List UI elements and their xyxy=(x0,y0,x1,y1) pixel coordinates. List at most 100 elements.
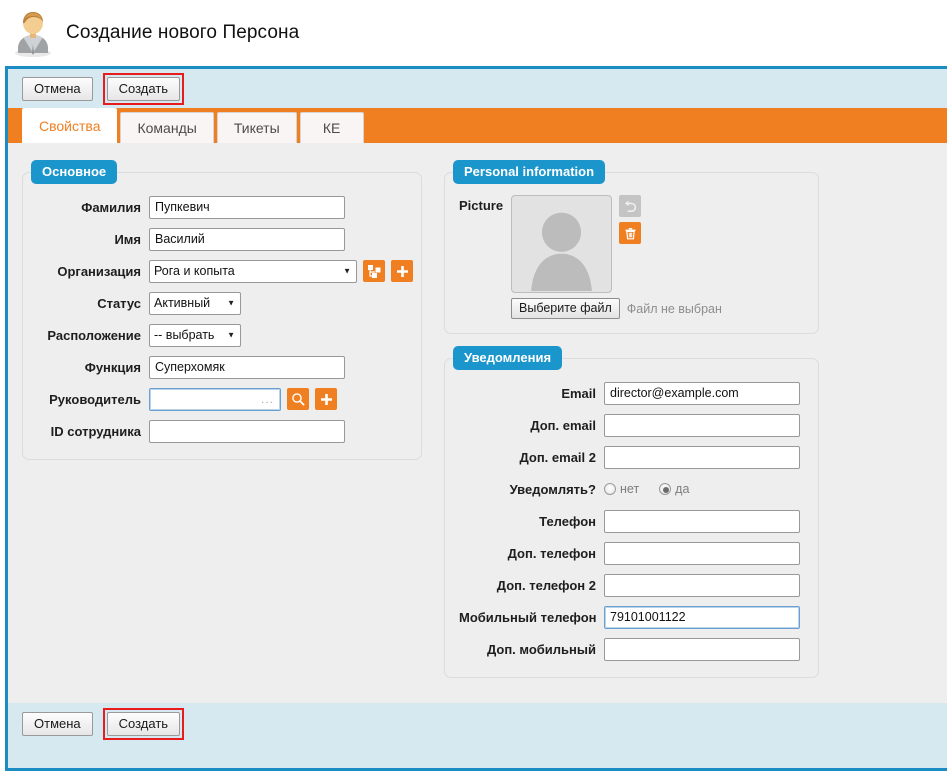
organization-select-wrap: Рога и копыта xyxy=(149,259,357,283)
field-row-status: Статус Активный xyxy=(37,291,407,315)
notify-option-yes-label: да xyxy=(675,482,690,496)
panel-notifications-legend: Уведомления xyxy=(453,346,563,370)
top-toolbar: Отмена Создать xyxy=(8,69,947,108)
create-button-highlight-top: Создать xyxy=(102,72,185,105)
file-upload-row: Выберите файл Файл не выбран xyxy=(511,298,804,319)
notify-option-no-label: нет xyxy=(620,482,640,496)
notify-option-yes[interactable]: да xyxy=(659,482,689,496)
field-row-organization: Организация Рога и копыта xyxy=(37,259,413,283)
email2-input[interactable] xyxy=(604,413,800,437)
status-select[interactable]: Активный xyxy=(149,291,241,315)
hierarchy-tree-icon xyxy=(367,264,380,278)
cancel-button-top[interactable]: Отмена xyxy=(22,76,93,101)
email3-input[interactable] xyxy=(604,445,800,469)
phone3-input[interactable] xyxy=(604,573,800,597)
trash-icon xyxy=(625,227,635,239)
radio-no-icon[interactable] xyxy=(604,483,616,495)
function-label: Функция xyxy=(84,359,141,375)
phone-label: Телефон xyxy=(539,513,596,529)
picture-label: Picture xyxy=(459,198,504,213)
status-label: Статус xyxy=(97,295,141,311)
picture-row: Picture xyxy=(459,195,804,293)
magnifier-icon xyxy=(292,393,305,406)
function-input[interactable] xyxy=(149,355,345,379)
panel-personal-information: Personal information Picture Выберите фа… xyxy=(444,160,819,334)
panel-main: Основное Фамилия Имя Организация Рога и … xyxy=(22,160,422,460)
employee-id-label: ID сотрудника xyxy=(50,423,141,439)
create-button-bottom[interactable]: Создать xyxy=(106,711,181,736)
lastname-label: Фамилия xyxy=(81,199,141,215)
cancel-button-bottom[interactable]: Отмена xyxy=(22,711,93,736)
panel-main-legend: Основное xyxy=(31,160,118,184)
lastname-input[interactable] xyxy=(149,195,345,219)
tab-ke[interactable]: КЕ xyxy=(299,112,364,143)
bottom-toolbar: Отмена Создать xyxy=(8,703,947,744)
undo-arrow-icon xyxy=(625,200,637,212)
radio-yes-icon[interactable] xyxy=(659,483,672,495)
email-input[interactable] xyxy=(604,381,800,405)
field-row-lastname: Фамилия xyxy=(37,195,407,219)
tab-tikety[interactable]: Тикеты xyxy=(216,112,297,143)
person-avatar-icon xyxy=(12,9,54,57)
field-row-mobile2: Доп. мобильный xyxy=(459,637,804,661)
field-row-phone: Телефон xyxy=(459,509,804,533)
field-row-employee-id: ID сотрудника xyxy=(37,419,407,443)
manager-label: Руководитель xyxy=(49,391,141,407)
notify-radio-group: нет да xyxy=(604,482,689,496)
field-row-notify: Уведомлять? нет да xyxy=(459,477,804,501)
employee-id-input[interactable] xyxy=(149,419,345,443)
field-row-manager: Руководитель ... xyxy=(37,387,407,411)
right-column: Personal information Picture Выберите фа… xyxy=(444,159,819,678)
manager-lookup: ... xyxy=(149,387,281,411)
notify-label: Уведомлять? xyxy=(509,481,596,497)
email2-label: Доп. email xyxy=(530,417,596,433)
manager-add-icon-button[interactable] xyxy=(315,388,337,410)
firstname-label: Имя xyxy=(114,231,141,247)
manager-input[interactable] xyxy=(149,387,281,411)
picture-delete-button[interactable] xyxy=(619,222,641,244)
phone2-input[interactable] xyxy=(604,541,800,565)
mobile2-input[interactable] xyxy=(604,637,800,661)
picture-action-buttons xyxy=(619,195,641,244)
location-select-wrap: -- выбрать -- xyxy=(149,323,241,347)
organization-select[interactable]: Рога и копыта xyxy=(149,259,357,283)
plus-icon xyxy=(320,393,332,405)
tab-komandy[interactable]: Команды xyxy=(120,112,214,143)
left-column: Основное Фамилия Имя Организация Рога и … xyxy=(22,159,422,460)
plus-icon xyxy=(396,265,408,277)
create-button-top[interactable]: Создать xyxy=(106,76,181,101)
file-status-text: Файл не выбран xyxy=(626,301,722,316)
main-window: Отмена Создать Свойства Команды Тикеты К… xyxy=(5,66,947,771)
phone2-label: Доп. телефон xyxy=(507,545,596,561)
location-label: Расположение xyxy=(47,327,141,343)
phone-input[interactable] xyxy=(604,509,800,533)
picture-placeholder xyxy=(511,195,612,293)
manager-search-icon-button[interactable] xyxy=(287,388,309,410)
mobile-label: Мобильный телефон xyxy=(459,609,597,625)
picture-undo-button[interactable] xyxy=(619,195,641,217)
mobile2-label: Доп. мобильный xyxy=(486,641,596,657)
location-select[interactable]: -- выбрать -- xyxy=(149,323,241,347)
create-button-highlight-bottom: Создать xyxy=(102,707,185,740)
tab-svoystva[interactable]: Свойства xyxy=(22,108,118,143)
field-row-location: Расположение -- выбрать -- xyxy=(37,323,407,347)
firstname-input[interactable] xyxy=(149,227,345,251)
phone3-label: Доп. телефон 2 xyxy=(496,577,596,593)
page-title: Создание нового Персона xyxy=(66,22,300,43)
field-row-mobile: Мобильный телефон xyxy=(459,605,804,629)
hierarchy-tree-icon-button[interactable] xyxy=(363,260,385,282)
field-row-firstname: Имя xyxy=(37,227,407,251)
organization-label: Организация xyxy=(57,263,141,279)
field-row-email2: Доп. email xyxy=(459,413,804,437)
email-label: Email xyxy=(561,385,596,401)
choose-file-button[interactable]: Выберите файл xyxy=(511,298,620,319)
person-placeholder-icon xyxy=(531,212,592,292)
notify-option-no[interactable]: нет xyxy=(604,482,639,496)
email3-label: Доп. email 2 xyxy=(519,449,596,465)
mobile-input[interactable] xyxy=(604,605,800,629)
field-row-function: Функция xyxy=(37,355,407,379)
status-select-wrap: Активный xyxy=(149,291,241,315)
panel-personal-legend: Personal information xyxy=(453,160,606,184)
field-row-email: Email xyxy=(459,381,804,405)
organization-add-icon-button[interactable] xyxy=(391,260,413,282)
